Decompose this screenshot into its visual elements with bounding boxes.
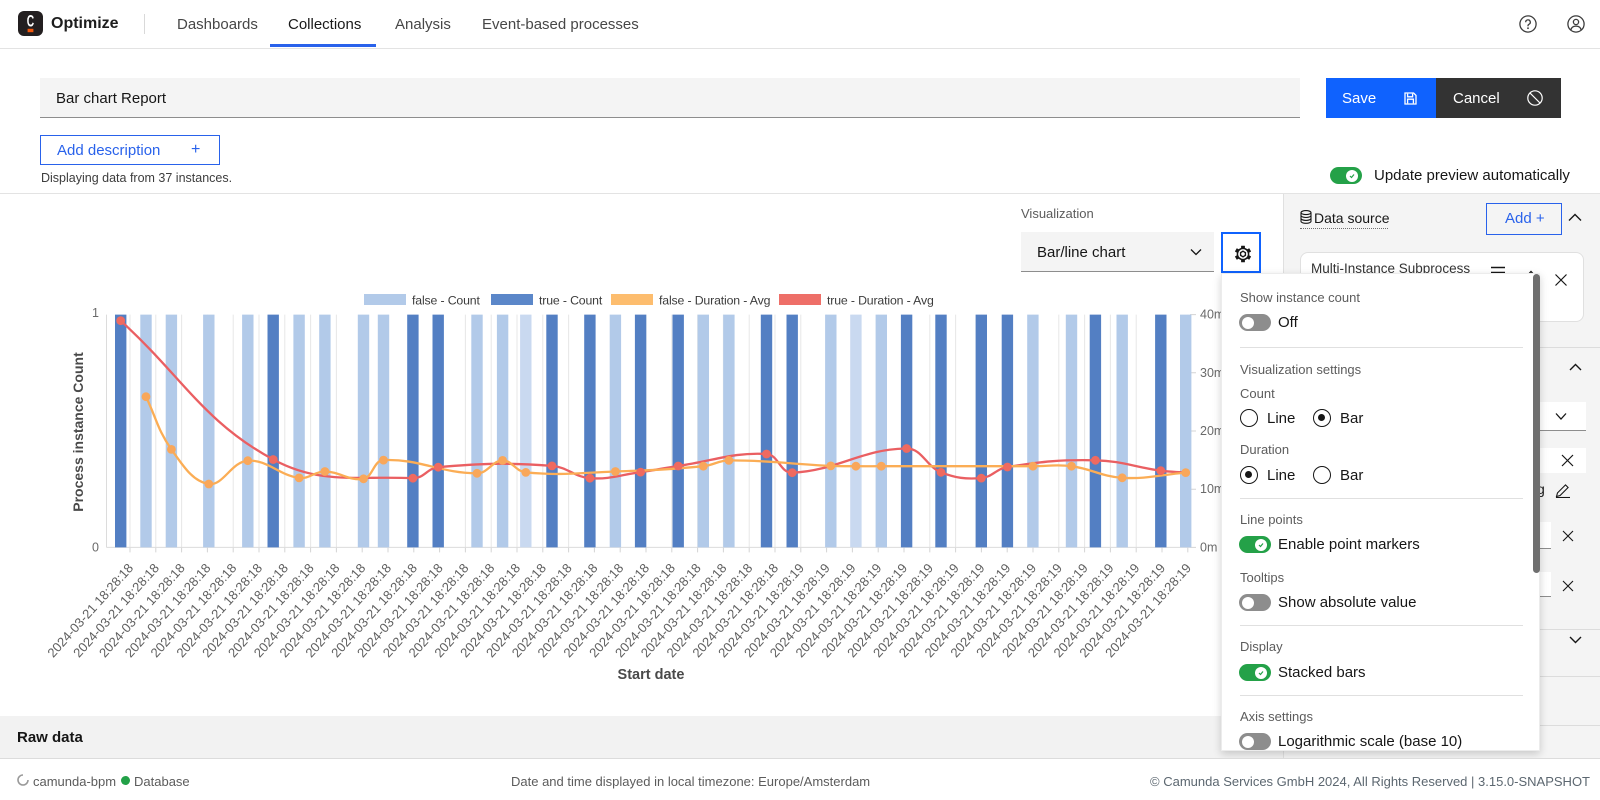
svg-text:true - Count: true - Count <box>539 294 603 308</box>
svg-text:false - Duration - Avg: false - Duration - Avg <box>659 294 771 308</box>
svg-text:0m: 0m <box>1200 540 1217 554</box>
svg-text:Process instance Count: Process instance Count <box>70 352 86 512</box>
svg-text:true - Duration - Avg: true - Duration - Avg <box>827 294 934 308</box>
svg-text:C: C <box>27 12 34 30</box>
svg-text:0: 0 <box>92 541 99 555</box>
svg-text:1: 1 <box>92 306 99 320</box>
svg-text:false - Count: false - Count <box>412 294 481 308</box>
svg-text:Start date: Start date <box>618 667 685 683</box>
